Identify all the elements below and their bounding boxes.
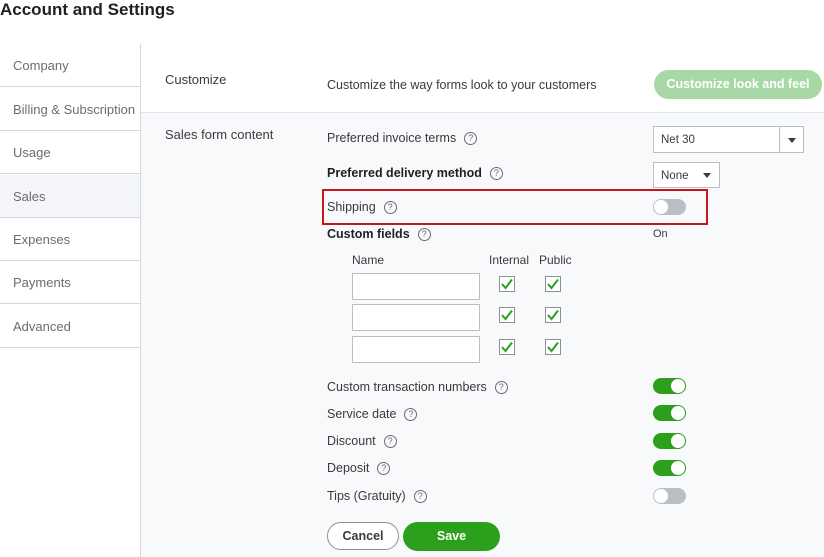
checkmark-icon	[501, 309, 513, 321]
checkmark-icon	[501, 341, 513, 353]
sidebar: Company Billing & Subscription Usage Sal…	[0, 44, 140, 349]
section-divider	[141, 112, 824, 113]
internal-checkbox[interactable]	[499, 307, 515, 323]
shipping-label: Shipping?	[327, 200, 397, 214]
internal-checkbox[interactable]	[499, 339, 515, 355]
sidebar-item-label: Usage	[13, 145, 51, 160]
toggle-row-text: Service date	[327, 407, 397, 421]
invoice-terms-label: Preferred invoice terms?	[327, 131, 478, 145]
shipping-toggle[interactable]	[653, 199, 686, 215]
sidebar-item-payments[interactable]: Payments	[0, 261, 140, 304]
public-checkbox[interactable]	[545, 307, 561, 323]
toggle-knob	[671, 434, 685, 448]
public-checkbox[interactable]	[545, 276, 561, 292]
toggle-knob	[671, 461, 685, 475]
toggle-knob	[654, 489, 668, 503]
internal-column-header: Internal	[489, 253, 530, 267]
public-column-header: Public	[539, 253, 572, 267]
delivery-method-label: Preferred delivery method?	[327, 166, 503, 180]
sidebar-item-label: Company	[13, 58, 69, 73]
custom-fields-status: On	[653, 228, 668, 240]
checkmark-icon	[547, 278, 559, 290]
settings-panel: Customize Customize the way forms look t…	[141, 44, 824, 557]
custom-transaction-numbers-label: Custom transaction numbers?	[327, 380, 508, 394]
toggle-row-text: Tips (Gratuity)	[327, 489, 406, 503]
save-button[interactable]: Save	[403, 522, 500, 551]
sidebar-item-advanced[interactable]: Advanced	[0, 305, 140, 348]
help-icon[interactable]: ?	[383, 201, 397, 214]
customize-section-label: Customize	[165, 72, 227, 87]
tips-gratuity-label: Tips (Gratuity)?	[327, 489, 427, 503]
customize-description: Customize the way forms look to your cus…	[327, 78, 597, 92]
help-icon[interactable]: ?	[417, 228, 431, 241]
checkmark-icon	[501, 278, 513, 290]
custom-fields-text: Custom fields	[327, 227, 410, 241]
help-icon[interactable]: ?	[383, 435, 397, 448]
toggle-knob	[671, 379, 685, 393]
name-column-header: Name	[352, 253, 385, 267]
help-icon[interactable]: ?	[404, 408, 418, 421]
discount-toggle[interactable]	[653, 433, 686, 449]
chevron-down-icon	[703, 173, 711, 178]
shipping-text: Shipping	[327, 200, 376, 214]
select-separator	[779, 127, 780, 152]
customize-look-and-feel-button[interactable]: Customize look and feel	[654, 70, 822, 99]
help-icon[interactable]: ?	[464, 132, 478, 145]
page-title: Account and Settings	[0, 0, 175, 19]
deposit-toggle[interactable]	[653, 460, 686, 476]
deposit-label: Deposit?	[327, 461, 391, 475]
delivery-method-text: Preferred delivery method	[327, 166, 482, 180]
invoice-terms-text: Preferred invoice terms	[327, 131, 457, 145]
invoice-terms-select[interactable]: Net 30	[653, 126, 804, 153]
custom-field-name-input[interactable]	[352, 336, 480, 363]
service-date-toggle[interactable]	[653, 405, 686, 421]
sidebar-item-label: Advanced	[13, 319, 71, 334]
toggle-row-text: Deposit	[327, 461, 370, 475]
help-icon[interactable]: ?	[489, 167, 503, 180]
custom-fields-label: Custom fields?	[327, 227, 431, 241]
help-icon[interactable]: ?	[494, 381, 508, 394]
sidebar-item-sales[interactable]: Sales	[0, 175, 140, 218]
help-icon[interactable]: ?	[377, 462, 391, 475]
toggle-row-text: Discount	[327, 434, 376, 448]
toggle-knob	[671, 406, 685, 420]
delivery-method-value: None	[661, 170, 689, 182]
custom-transaction-numbers-toggle[interactable]	[653, 378, 686, 394]
sidebar-item-label: Expenses	[13, 232, 71, 247]
internal-checkbox[interactable]	[499, 276, 515, 292]
sidebar-item-label: Sales	[13, 189, 46, 204]
public-checkbox[interactable]	[545, 339, 561, 355]
delivery-method-select[interactable]: None	[653, 162, 720, 188]
sidebar-item-label: Payments	[13, 275, 71, 290]
toggle-knob	[654, 200, 668, 214]
discount-label: Discount?	[327, 434, 397, 448]
invoice-terms-value: Net 30	[661, 134, 695, 146]
toggle-row-text: Custom transaction numbers	[327, 380, 487, 394]
tips-gratuity-toggle[interactable]	[653, 488, 686, 504]
sidebar-item-usage[interactable]: Usage	[0, 131, 140, 174]
custom-field-name-input[interactable]	[352, 304, 480, 331]
help-icon[interactable]: ?	[413, 490, 427, 503]
sidebar-item-label: Billing & Subscription	[13, 102, 136, 117]
service-date-label: Service date?	[327, 407, 418, 421]
sidebar-item-company[interactable]: Company	[0, 44, 140, 87]
checkmark-icon	[547, 341, 559, 353]
cancel-button[interactable]: Cancel	[327, 522, 399, 550]
checkmark-icon	[547, 309, 559, 321]
sidebar-item-expenses[interactable]: Expenses	[0, 218, 140, 261]
sidebar-item-billing[interactable]: Billing & Subscription	[0, 88, 140, 131]
sales-form-section-label: Sales form content	[165, 127, 274, 142]
chevron-down-icon	[788, 138, 796, 143]
custom-field-name-input[interactable]	[352, 273, 480, 300]
